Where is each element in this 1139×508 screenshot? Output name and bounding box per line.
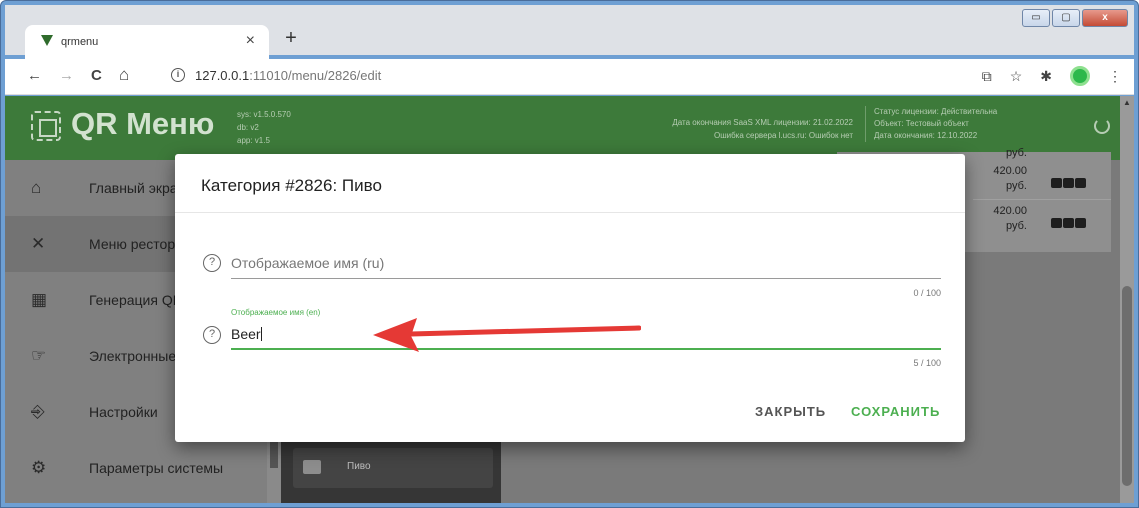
sidebar-item-system-params[interactable]: ⚙ Параметры системы <box>5 440 267 496</box>
bookmark-star-icon[interactable]: ☆ <box>1010 68 1023 85</box>
category-label: Пиво <box>347 461 371 472</box>
edit-icon[interactable] <box>1063 218 1074 228</box>
new-tab-button[interactable]: + <box>279 27 303 51</box>
sidebar-item-label: Параметры системы <box>89 460 224 476</box>
table-row-price: 420.00 руб. <box>993 205 1027 232</box>
sidebar-item-label: Генерация QR <box>89 292 183 308</box>
help-icon[interactable]: ? <box>203 254 221 272</box>
name-ru-counter: 0 / 100 <box>913 288 941 298</box>
row-divider <box>973 199 1111 200</box>
table-row-price: 420.00 руб. <box>993 165 1027 192</box>
license-status: Статус лицензии: Действительна Объект: Т… <box>865 106 997 142</box>
reload-icon[interactable]: C <box>91 67 102 84</box>
row-actions <box>1051 218 1086 228</box>
name-ru-underline <box>231 278 941 279</box>
version-info: sys: v1.5.0.570 db: v2 app: v1.5 <box>237 110 291 145</box>
address-bar[interactable]: i 127.0.0.1:11010/menu/2826/edit <box>155 64 984 90</box>
text-caret <box>260 327 262 341</box>
gear-icon: ⚙ <box>31 458 47 477</box>
window-controls: ▭ ▢ x <box>1022 9 1128 29</box>
login-icon: ⎆ <box>31 402 45 421</box>
touch-icon: ☞ <box>31 346 47 365</box>
category-item[interactable]: Пиво <box>293 448 493 488</box>
license-info: Дата окончания SaaS XML лицензии: 21.02.… <box>672 118 853 140</box>
sidebar-item-label: Главный экран <box>89 180 186 196</box>
browser-window: qrmenu × + ▭ ▢ x ← → C ⌂ i 127.0.0.1:110… <box>0 0 1139 508</box>
category-panel: Пиво <box>281 434 501 503</box>
url-text: 127.0.0.1:11010/menu/2826/edit <box>195 68 382 83</box>
qr-logo-icon <box>31 111 61 141</box>
toolbar-actions: ⧉ ☆ ✱ ⋮ <box>982 66 1122 86</box>
sidebar-item-label: Электронные <box>89 348 177 364</box>
tab-title: qrmenu <box>61 36 99 48</box>
app-header: QR Меню sys: v1.5.0.570 db: v2 app: v1.5… <box>5 96 1120 160</box>
name-en-counter: 5 / 100 <box>913 358 941 368</box>
utensils-icon: ✕ <box>31 234 46 253</box>
menu-dots-icon[interactable]: ⋮ <box>1108 68 1122 85</box>
dialog-title: Категория #2826: Пиво <box>201 176 382 195</box>
home-icon[interactable]: ⌂ <box>119 65 129 85</box>
page-scrollbar[interactable]: ▲ <box>1120 96 1134 503</box>
browser-tab[interactable]: qrmenu × <box>25 25 269 63</box>
home-icon: ⌂ <box>31 178 42 197</box>
favicon-icon <box>41 35 53 46</box>
save-button[interactable]: СОХРАНИТЬ <box>851 404 940 419</box>
lock-icon[interactable] <box>1051 218 1062 228</box>
delete-icon[interactable] <box>1075 178 1086 188</box>
close-button[interactable]: ЗАКРЫТЬ <box>755 404 826 419</box>
app-title: QR Меню <box>71 106 215 141</box>
row-actions <box>1051 178 1086 188</box>
maximize-button[interactable]: ▢ <box>1052 9 1080 27</box>
close-window-button[interactable]: x <box>1082 9 1128 27</box>
forward-icon[interactable]: → <box>59 67 74 84</box>
back-icon[interactable]: ← <box>27 67 42 84</box>
name-ru-input[interactable]: Отображаемое имя (ru) <box>231 255 941 271</box>
annotation-arrow-icon <box>373 318 641 352</box>
folder-icon <box>303 460 321 474</box>
edit-category-dialog: Категория #2826: Пиво ? Отображаемое имя… <box>175 154 965 442</box>
info-icon[interactable]: i <box>171 68 185 82</box>
app-page: QR Меню sys: v1.5.0.570 db: v2 app: v1.5… <box>5 96 1134 503</box>
browser-toolbar: ← → C ⌂ i 127.0.0.1:11010/menu/2826/edit… <box>5 59 1134 95</box>
refresh-icon[interactable] <box>1094 118 1110 134</box>
extensions-icon[interactable]: ✱ <box>1040 68 1052 85</box>
sidebar-item-label: Настройки <box>89 404 158 420</box>
tab-strip: qrmenu × + ▭ ▢ x <box>5 5 1134 63</box>
tab-close-button[interactable]: × <box>246 32 255 50</box>
profile-avatar[interactable] <box>1070 66 1090 86</box>
price-unit: руб. <box>1006 147 1027 159</box>
minimize-button[interactable]: ▭ <box>1022 9 1050 27</box>
delete-icon[interactable] <box>1075 218 1086 228</box>
help-icon[interactable]: ? <box>203 326 221 344</box>
edit-icon[interactable] <box>1063 178 1074 188</box>
qr-code-icon: ▦ <box>31 290 48 309</box>
share-icon[interactable]: ⧉ <box>982 68 992 85</box>
name-en-label: Отображаемое имя (en) <box>231 308 321 317</box>
dialog-divider <box>175 212 965 213</box>
lock-icon[interactable] <box>1051 178 1062 188</box>
